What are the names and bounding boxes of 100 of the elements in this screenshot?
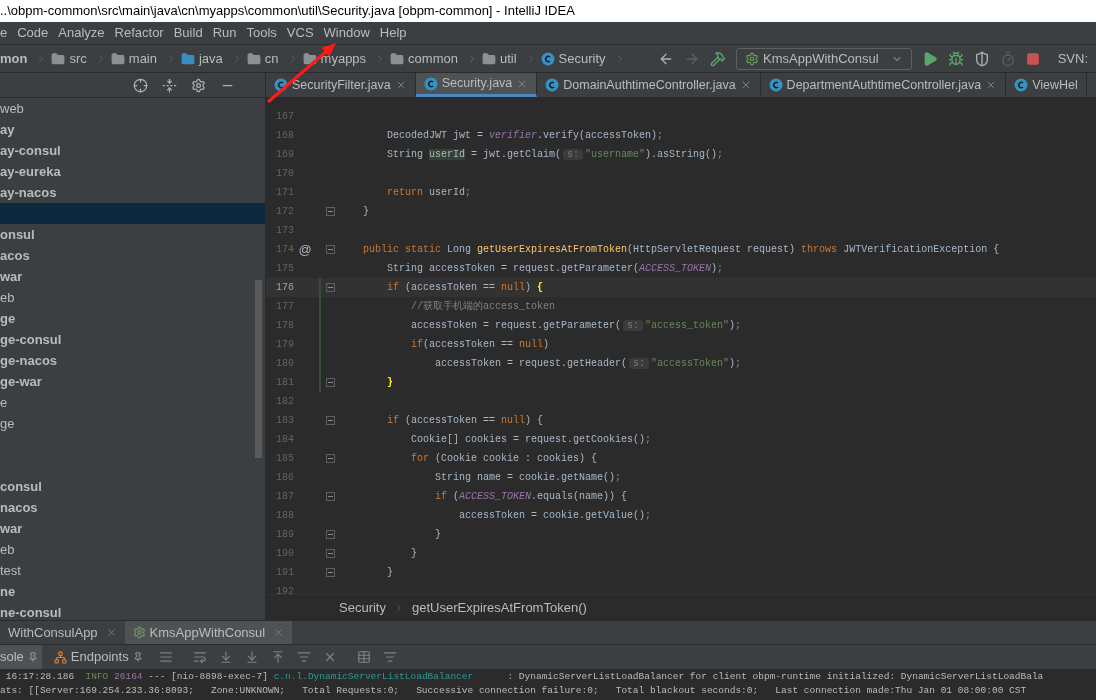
fold-icon[interactable] (326, 416, 335, 425)
fold-icon[interactable] (326, 549, 335, 558)
code-line: DecodedJWT jwt = verifier.verify(accessToken); (386, 129, 664, 143)
editor-tab[interactable]: DomainAuthtimeController.java (537, 73, 761, 97)
folder-icon (51, 51, 66, 66)
breadcrumb-item[interactable]: myapps (320, 48, 367, 69)
breadcrumb-item[interactable]: src (69, 48, 87, 69)
code-line: } (386, 376, 393, 390)
breadcrumb-item[interactable]: Security (339, 597, 386, 618)
code-line: Cookie[] cookies = request.getCookies(); (410, 433, 652, 447)
scrollbar[interactable] (255, 280, 262, 458)
code-line: String name = cookie.getName(); (434, 471, 622, 485)
fold-icon[interactable] (326, 245, 335, 254)
menu-item[interactable]: Run (212, 23, 237, 43)
run-tab[interactable]: WithConsulApp (0, 621, 125, 644)
table-icon[interactable] (356, 650, 371, 664)
line-number: 174 (275, 243, 294, 257)
menu-item[interactable]: Analyze (58, 23, 105, 43)
settings-icon[interactable] (191, 77, 206, 93)
change-marker[interactable] (319, 373, 321, 392)
run-tab[interactable]: KmsAppWithConsul (124, 621, 293, 644)
breadcrumb-item[interactable]: getUserExpiresAtFromToken() (411, 597, 587, 618)
fold-icon[interactable] (326, 283, 335, 292)
stop-icon[interactable] (1025, 51, 1040, 66)
breadcrumb-item[interactable]: main (128, 48, 157, 69)
fold-icon[interactable] (326, 530, 335, 539)
fold-icon[interactable] (326, 492, 335, 501)
breadcrumb-item[interactable]: Security (558, 48, 606, 69)
change-marker[interactable] (319, 316, 321, 335)
pin-icon[interactable] (27, 652, 38, 662)
tree-item-label: ay (0, 122, 15, 137)
line-number: 187 (275, 490, 294, 504)
code-line: } (410, 547, 417, 561)
line-number: 182 (275, 395, 294, 409)
code-line: if(accessToken == null) (410, 338, 550, 352)
line-number: 192 (275, 585, 294, 594)
menu-item[interactable]: Refactor (114, 23, 164, 43)
menu-item[interactable]: e (0, 23, 8, 43)
line-number: 169 (275, 148, 294, 162)
tree-item-label: ge (0, 416, 15, 431)
tree-item-label: eb (0, 290, 15, 305)
fold-icon[interactable] (326, 207, 335, 216)
line-number: 178 (275, 319, 294, 333)
change-marker[interactable] (319, 335, 321, 354)
gear-icon (132, 626, 146, 639)
close-icon[interactable] (105, 627, 117, 638)
breadcrumb-item[interactable]: java (199, 48, 223, 69)
run-config-dropdown[interactable]: KmsAppWithConsul (736, 47, 912, 70)
tree-item-label: war (0, 269, 23, 284)
override-marker[interactable]: @ (298, 239, 312, 260)
close-icon[interactable] (273, 627, 285, 638)
breadcrumb-item[interactable]: cn (264, 48, 279, 69)
class-icon (423, 76, 438, 91)
fold-icon[interactable] (326, 378, 335, 387)
menu-item[interactable]: Build (173, 23, 203, 43)
tree-item-label: e (0, 395, 8, 410)
menu-item[interactable]: VCS (286, 23, 314, 43)
fold-icon[interactable] (326, 568, 335, 577)
tree-item-label: ne (0, 584, 16, 599)
breadcrumb-item[interactable]: mon (0, 48, 28, 69)
class-icon (545, 78, 560, 92)
menu-item[interactable]: Code (17, 23, 49, 43)
breadcrumb-item[interactable]: util (499, 48, 517, 69)
console-tab[interactable]: sole (0, 645, 42, 669)
menu-item[interactable]: Tools (246, 23, 277, 43)
locate-icon[interactable] (133, 77, 148, 93)
console-tab[interactable]: Endpoints (53, 645, 147, 669)
editor-tab[interactable]: DepartmentAuthtimeController.java (760, 73, 1007, 97)
filter-icon[interactable] (296, 650, 311, 664)
line-number: 186 (275, 471, 294, 485)
download-icon[interactable] (244, 650, 259, 664)
breadcrumb-item[interactable]: common (408, 48, 458, 69)
line-number: 188 (275, 509, 294, 523)
line-number: 168 (275, 129, 294, 143)
line-number: 191 (275, 566, 294, 580)
editor-tab[interactable]: Security.java (415, 73, 538, 97)
build-icon[interactable] (710, 50, 727, 67)
editor-tab[interactable]: ViewHel (1006, 73, 1087, 97)
tree-item-label: ge (0, 311, 16, 326)
line-number: 190 (275, 547, 294, 561)
wrap-icon[interactable] (192, 650, 207, 664)
change-marker[interactable] (319, 354, 321, 373)
upload-icon[interactable] (270, 650, 285, 664)
pin-icon[interactable] (132, 652, 143, 662)
window-title: ..\obpm-common\src\main\java\cn\myapps\common\util\Security.java [obpm-common] - IntelliJ IDEA (0, 2, 575, 21)
menu-item[interactable]: Window (323, 23, 370, 43)
tree-item-label: consul (0, 479, 42, 494)
debug-icon[interactable] (947, 50, 964, 67)
change-marker[interactable] (319, 297, 321, 316)
menu-icon[interactable] (158, 650, 173, 664)
class-icon (274, 78, 288, 92)
fold-icon[interactable] (326, 454, 335, 463)
line-number: 189 (275, 528, 294, 542)
tree-item-label: ne-consul (0, 605, 62, 620)
class-icon (540, 51, 555, 66)
editor-tab[interactable]: SecurityFilter.java (266, 73, 416, 97)
collapse-icon[interactable] (162, 77, 177, 93)
code-line: //获取手机端的access_token (410, 299, 556, 314)
code-line: for (Cookie cookie : cookies) { (410, 452, 598, 466)
menu-item[interactable]: Help (379, 23, 407, 43)
